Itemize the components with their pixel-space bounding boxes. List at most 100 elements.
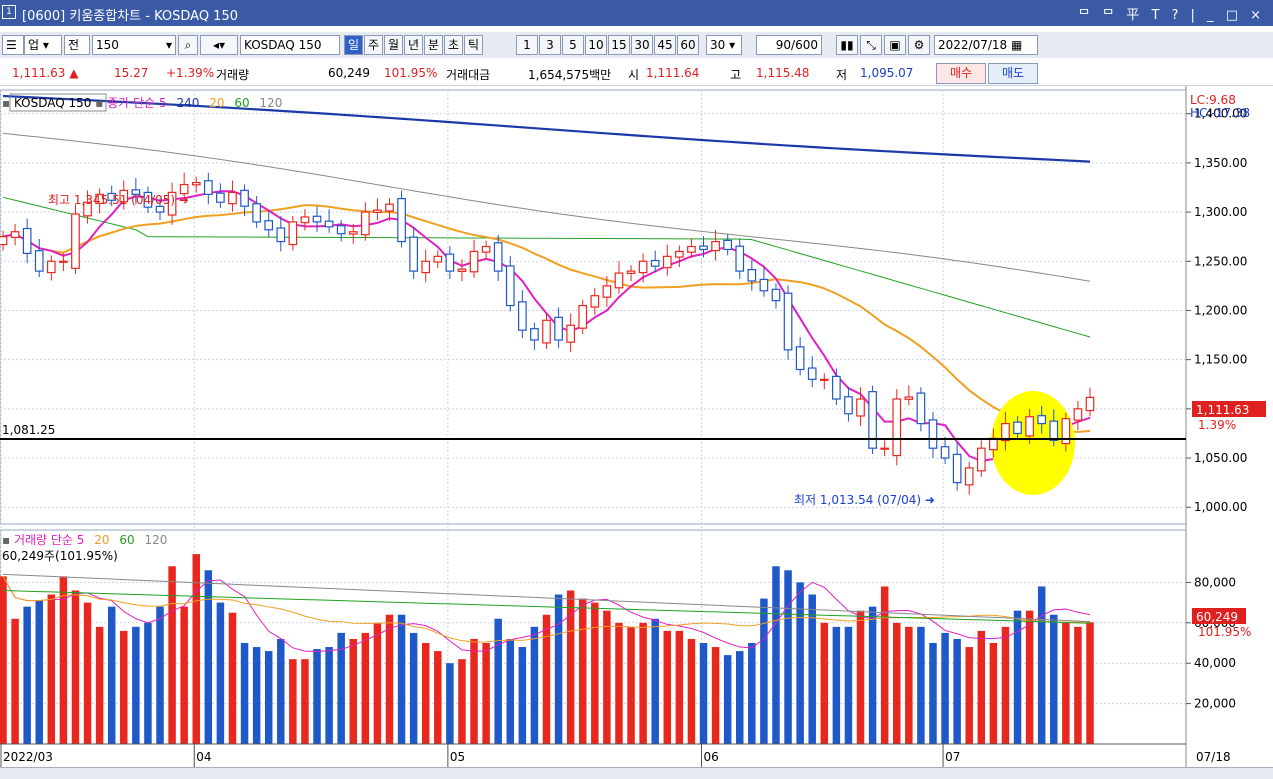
volume-bar: [397, 614, 406, 744]
price-tick-label: 1,000.00: [1194, 500, 1247, 514]
volume-bar: [953, 638, 961, 744]
range-mode-select[interactable]: 전: [64, 35, 90, 55]
candle-type-icon[interactable]: ▮▮: [836, 35, 858, 55]
volume-tag-value: 60,249: [1196, 610, 1238, 624]
interval-button-10[interactable]: 10: [585, 35, 607, 55]
window-controls[interactable]: ᄆ ᄆ 平 T ? | _ □ ×: [1078, 4, 1265, 23]
candle: [892, 389, 902, 466]
period-button-0[interactable]: 일: [344, 35, 363, 55]
volume-bar: [361, 632, 370, 744]
interval-input-value: 30: [710, 38, 726, 52]
buy-button[interactable]: 매수: [936, 63, 986, 84]
search-icon[interactable]: ⌕: [178, 35, 198, 55]
volume-bar: [615, 622, 623, 744]
volume-bar: [748, 643, 756, 744]
high-annotation: 최고 1,345.51 (04/05) ➜: [48, 193, 189, 207]
candle-body: [324, 220, 334, 228]
legend-ma20: 20: [209, 96, 224, 110]
period-button-3[interactable]: 년: [404, 35, 423, 55]
save-icon[interactable]: ▣: [884, 35, 906, 55]
candle-body: [916, 392, 926, 425]
open-label: 시: [628, 68, 640, 82]
gear-icon[interactable]: ⚙: [908, 35, 930, 55]
period-button-6[interactable]: 틱: [464, 35, 483, 55]
volume-pct-tag: 101.95%: [1198, 625, 1251, 639]
sell-button[interactable]: 매도: [988, 63, 1038, 84]
legend-ma5: 종가 단순 5: [107, 96, 166, 110]
volume-bar: [1001, 626, 1010, 744]
period-button-2[interactable]: 월: [384, 35, 403, 55]
end-date-label: 07/18: [1196, 750, 1231, 764]
candle-body: [22, 227, 32, 254]
menu-icon[interactable]: ☰: [2, 35, 24, 55]
volume-bar: [264, 651, 273, 744]
candle-body: [421, 260, 431, 274]
candle-body: [904, 396, 914, 400]
candle-body: [348, 231, 358, 235]
volume-bar: [554, 594, 563, 744]
volume-bar: [446, 663, 454, 744]
volume-bar: [711, 647, 720, 744]
legend-ma240: 240: [176, 96, 199, 110]
interval-button-30[interactable]: 30: [631, 35, 653, 55]
legend-symbol: KOSDAQ 150: [14, 96, 91, 110]
price-change: 15.27: [114, 66, 149, 80]
candle-body: [856, 398, 865, 417]
volume-bar: [132, 626, 140, 744]
volume-bar: [518, 647, 527, 744]
month-label: 2022/03: [3, 750, 53, 764]
candle-body: [711, 240, 720, 252]
price-tick-label: 1,250.00: [1194, 254, 1247, 268]
volume-tick-label: 40,000: [1194, 656, 1236, 670]
period-button-5[interactable]: 초: [444, 35, 463, 55]
interval-button-60[interactable]: 60: [677, 35, 699, 55]
candle-body: [481, 245, 491, 253]
interval-button-45[interactable]: 45: [654, 35, 676, 55]
market-select[interactable]: 업 ▾: [24, 35, 62, 55]
volume-bar: [1062, 622, 1070, 744]
month-label: 05: [450, 750, 465, 764]
candle-body: [409, 236, 418, 272]
market-select-label: 업: [28, 38, 40, 52]
candle-body: [445, 253, 455, 272]
volume-bar: [603, 610, 611, 744]
chart-area[interactable]: 1,400.001,350.001,300.001,250.001,200.00…: [0, 86, 1273, 767]
volume-bar: [252, 647, 261, 744]
interval-button-5[interactable]: 5: [562, 35, 584, 55]
interval-button-15[interactable]: 15: [608, 35, 630, 55]
code-input[interactable]: 150 ▾: [92, 35, 176, 55]
candle-body: [203, 180, 213, 195]
candle-body: [554, 316, 563, 341]
count-input[interactable]: 90/600: [756, 35, 822, 55]
volume-bar: [301, 659, 309, 744]
volume-bar: [506, 638, 515, 744]
candle-body: [880, 447, 890, 450]
candle-body: [433, 255, 443, 263]
volume-bar: [591, 602, 599, 744]
date-input[interactable]: 2022/07/18 ▦: [934, 35, 1038, 55]
crosshair-icon[interactable]: ⤡: [860, 35, 882, 55]
candle: [71, 204, 80, 275]
candle-body: [469, 250, 479, 273]
interval-button-3[interactable]: 3: [539, 35, 561, 55]
volume-bar: [35, 600, 43, 744]
volume-bar: [1025, 610, 1034, 744]
speaker-icon[interactable]: ◂▾: [200, 35, 238, 55]
window-icon: 1: [2, 5, 16, 19]
volume-bar: [699, 643, 708, 744]
quote-bar: 1,111.63 ▲ 15.27 +1.39% 거래량 60,249 101.9…: [0, 61, 1273, 86]
candle: [397, 190, 406, 248]
volume-bar: [144, 622, 152, 744]
volume-tick-label: 80,000: [1194, 575, 1236, 589]
candle-body: [759, 278, 769, 292]
month-label: 07: [945, 750, 960, 764]
price-tick-label: 1,200.00: [1194, 303, 1247, 317]
interval-input[interactable]: 30 ▾: [706, 35, 742, 55]
period-button-4[interactable]: 분: [424, 35, 443, 55]
interval-button-1[interactable]: 1: [516, 35, 538, 55]
period-button-1[interactable]: 주: [364, 35, 383, 55]
calendar-icon[interactable]: ▦: [1011, 38, 1022, 52]
chart-scrollbar[interactable]: [0, 767, 1273, 779]
volume-bar: [434, 651, 442, 744]
price-change-pct: +1.39%: [166, 66, 215, 80]
